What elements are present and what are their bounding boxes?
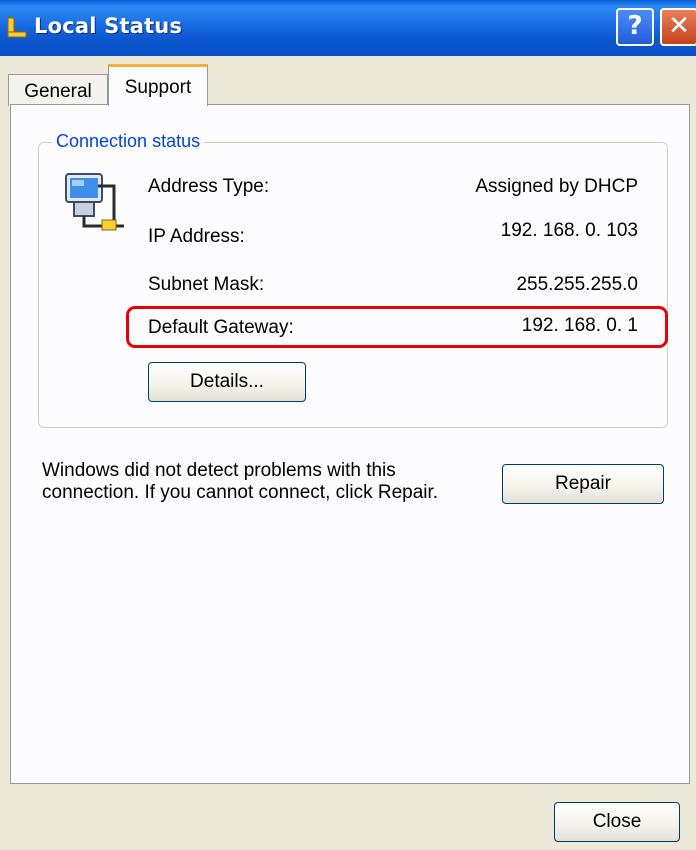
- repair-button[interactable]: Repair: [502, 464, 664, 504]
- tab-general[interactable]: General: [8, 74, 108, 106]
- network-computer-icon: [65, 173, 124, 231]
- help-button[interactable]: ?: [616, 8, 654, 46]
- ip-address-label: IP Address:: [148, 226, 245, 247]
- default-gateway-highlight: [126, 306, 668, 348]
- subnet-mask-value: 255.255.255.0: [516, 274, 638, 295]
- close-button[interactable]: Close: [554, 802, 680, 842]
- connection-status-title: Connection status: [52, 131, 205, 152]
- status-message: Windows did not detect problems with thi…: [42, 460, 439, 503]
- close-window-button[interactable]: ✕: [660, 8, 696, 46]
- ip-address-value: 192. 168. 0. 103: [500, 220, 638, 241]
- window-title: Local Status: [34, 14, 183, 38]
- subnet-mask-label: Subnet Mask:: [148, 274, 265, 295]
- address-type-value: Assigned by DHCP: [475, 176, 638, 197]
- network-connection-icon: [7, 17, 27, 38]
- title-bar[interactable]: Local Status ? ✕: [0, 0, 696, 56]
- address-type-label: Address Type:: [148, 176, 270, 197]
- tab-support[interactable]: Support: [108, 64, 208, 106]
- local-status-dialog: Local Status ? ✕ General Support Connect…: [0, 0, 696, 850]
- details-button[interactable]: Details...: [148, 362, 306, 402]
